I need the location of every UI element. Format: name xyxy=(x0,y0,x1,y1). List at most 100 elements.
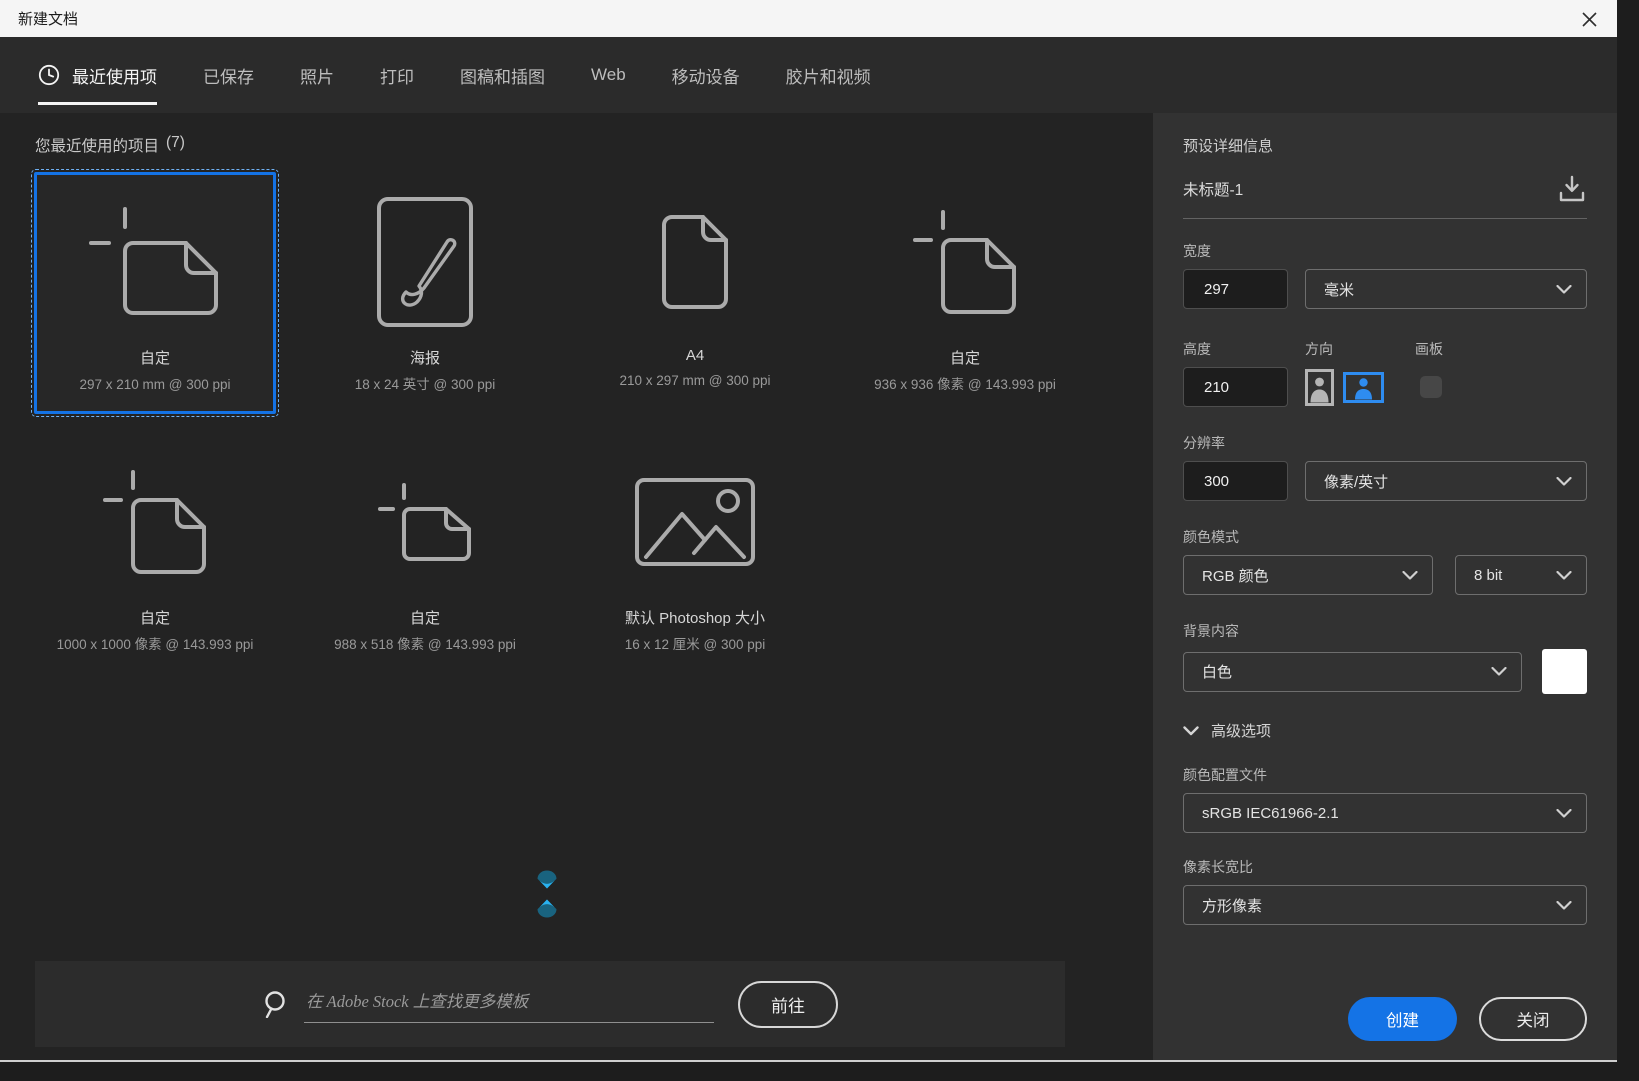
template-card-poster[interactable]: 海报 18 x 24 英寸 @ 300 ppi xyxy=(304,172,546,414)
template-card-custom-936[interactable]: 自定 936 x 936 像素 @ 143.993 ppi xyxy=(844,172,1086,414)
tab-saved[interactable]: 已保存 xyxy=(203,37,254,113)
orientation-portrait-button[interactable] xyxy=(1305,369,1334,406)
template-card-custom-297x210[interactable]: 自定 297 x 210 mm @ 300 ppi xyxy=(34,172,276,414)
chevron-down-icon xyxy=(1402,571,1418,580)
close-icon xyxy=(1581,11,1598,28)
tab-print[interactable]: 打印 xyxy=(380,37,414,113)
custom-square-doc-icon xyxy=(103,470,207,574)
chevron-down-icon xyxy=(1556,285,1572,294)
card-subtitle: 16 x 12 厘米 @ 300 ppi xyxy=(625,635,766,656)
poster-brush-icon xyxy=(376,196,474,328)
recent-cards-grid: 自定 297 x 210 mm @ 300 ppi 海报 18 x 24 英寸 … xyxy=(34,172,1086,674)
clock-icon xyxy=(38,64,60,86)
advanced-options-toggle[interactable]: 高级选项 xyxy=(1183,720,1587,741)
unit-value: 毫米 xyxy=(1324,279,1354,300)
template-card-a4[interactable]: A4 210 x 297 mm @ 300 ppi xyxy=(574,172,816,414)
orientation-landscape-button[interactable] xyxy=(1343,372,1384,403)
color-profile-select[interactable]: sRGB IEC61966-2.1 xyxy=(1183,793,1587,833)
recent-heading-text: 您最近使用的项目 xyxy=(35,134,159,156)
card-subtitle: 210 x 297 mm @ 300 ppi xyxy=(619,371,770,392)
close-dialog-button[interactable] xyxy=(1575,5,1603,33)
tab-label: 已保存 xyxy=(203,63,254,88)
orientation-label: 方向 xyxy=(1305,339,1415,359)
tab-label: Web xyxy=(591,65,626,85)
template-card-default-size[interactable]: 默认 Photoshop 大小 16 x 12 厘米 @ 300 ppi xyxy=(574,432,816,674)
unit-select[interactable]: 毫米 xyxy=(1305,269,1587,309)
color-mode-select[interactable]: RGB 颜色 xyxy=(1183,555,1433,595)
pixel-aspect-select[interactable]: 方形像素 xyxy=(1183,885,1587,925)
document-name-row xyxy=(1183,174,1587,219)
height-input[interactable] xyxy=(1183,367,1288,407)
card-title: 自定 xyxy=(950,347,980,368)
custom-landscape-doc-icon xyxy=(378,483,472,561)
color-mode-label: 颜色模式 xyxy=(1183,527,1587,547)
chevron-down-icon xyxy=(1556,571,1572,580)
panel-heading: 预设详细信息 xyxy=(1183,135,1587,156)
custom-square-doc-icon xyxy=(913,210,1017,314)
artboard-checkbox[interactable] xyxy=(1420,376,1442,398)
color-profile-value: sRGB IEC61966-2.1 xyxy=(1202,805,1339,822)
tab-label: 照片 xyxy=(300,63,334,88)
tab-recent[interactable]: 最近使用项 xyxy=(38,37,157,113)
resolution-input[interactable] xyxy=(1183,461,1288,501)
chevron-down-icon xyxy=(1556,477,1572,486)
search-icon xyxy=(262,990,288,1018)
color-profile-label: 颜色配置文件 xyxy=(1183,765,1587,785)
stock-search-input[interactable] xyxy=(304,986,714,1023)
tab-label: 图稿和插图 xyxy=(460,63,545,88)
card-title: 自定 xyxy=(140,347,170,368)
tab-mobile[interactable]: 移动设备 xyxy=(672,37,740,113)
loading-spinner xyxy=(537,870,557,918)
chevron-down-icon xyxy=(1556,901,1572,910)
stock-go-button[interactable]: 前往 xyxy=(738,981,838,1028)
tab-label: 打印 xyxy=(380,63,414,88)
portrait-doc-icon xyxy=(661,214,729,310)
resolution-unit-select[interactable]: 像素/英寸 xyxy=(1305,461,1587,501)
card-title: 默认 Photoshop 大小 xyxy=(625,607,765,628)
chevron-down-icon xyxy=(1556,809,1572,818)
tab-film-video[interactable]: 胶片和视频 xyxy=(786,37,871,113)
dialog-title: 新建文档 xyxy=(18,8,78,29)
category-tabbar: 最近使用项 已保存 照片 打印 图稿和插图 Web 移动设备 胶片和视频 xyxy=(0,37,1617,113)
adobe-stock-bar: 前往 xyxy=(35,961,1065,1047)
card-title: A4 xyxy=(686,347,704,364)
new-document-dialog: 新建文档 最近使用项 已保存 照片 打印 图稿和插图 Web 移动设备 胶片和视… xyxy=(0,0,1617,1062)
portrait-orientation-icon xyxy=(1305,369,1334,406)
card-title: 自定 xyxy=(140,607,170,628)
card-subtitle: 936 x 936 像素 @ 143.993 ppi xyxy=(874,375,1056,396)
background-value: 白色 xyxy=(1202,661,1232,682)
tab-art-illustration[interactable]: 图稿和插图 xyxy=(460,37,545,113)
chevron-down-icon xyxy=(1183,726,1199,736)
card-title: 自定 xyxy=(410,607,440,628)
card-subtitle: 18 x 24 英寸 @ 300 ppi xyxy=(355,375,496,396)
tab-web[interactable]: Web xyxy=(591,37,626,113)
color-mode-value: RGB 颜色 xyxy=(1202,565,1269,586)
card-subtitle: 297 x 210 mm @ 300 ppi xyxy=(79,375,230,396)
card-subtitle: 988 x 518 像素 @ 143.993 ppi xyxy=(334,635,516,656)
save-preset-icon[interactable] xyxy=(1557,174,1587,204)
preset-details-panel: 预设详细信息 宽度 毫米 高度 方向 画板 xyxy=(1153,113,1617,1060)
tab-photo[interactable]: 照片 xyxy=(300,37,334,113)
width-input[interactable] xyxy=(1183,269,1288,309)
template-card-custom-988x518[interactable]: 自定 988 x 518 像素 @ 143.993 ppi xyxy=(304,432,546,674)
recent-items-heading: 您最近使用的项目 (7) xyxy=(35,134,185,156)
photo-image-icon xyxy=(634,477,756,567)
card-title: 海报 xyxy=(410,347,440,368)
templates-area: 您最近使用的项目 (7) 自定 297 x 210 mm @ 300 ppi xyxy=(0,113,1153,1060)
create-button[interactable]: 创建 xyxy=(1348,997,1457,1041)
pixel-aspect-label: 像素长宽比 xyxy=(1183,857,1587,877)
tab-label: 移动设备 xyxy=(672,63,740,88)
bit-depth-select[interactable]: 8 bit xyxy=(1455,555,1587,595)
template-card-custom-1000[interactable]: 自定 1000 x 1000 像素 @ 143.993 ppi xyxy=(34,432,276,674)
spinner-wedge-icon xyxy=(537,899,557,918)
height-label: 高度 xyxy=(1183,339,1305,359)
background-select[interactable]: 白色 xyxy=(1183,652,1522,692)
advanced-options-label: 高级选项 xyxy=(1211,720,1271,741)
width-label: 宽度 xyxy=(1183,241,1587,261)
background-label: 背景内容 xyxy=(1183,621,1587,641)
background-color-swatch[interactable] xyxy=(1542,649,1587,694)
custom-landscape-doc-icon xyxy=(89,207,221,317)
resolution-unit-value: 像素/英寸 xyxy=(1324,471,1388,492)
document-name-input[interactable] xyxy=(1183,180,1557,198)
close-button[interactable]: 关闭 xyxy=(1479,997,1587,1041)
